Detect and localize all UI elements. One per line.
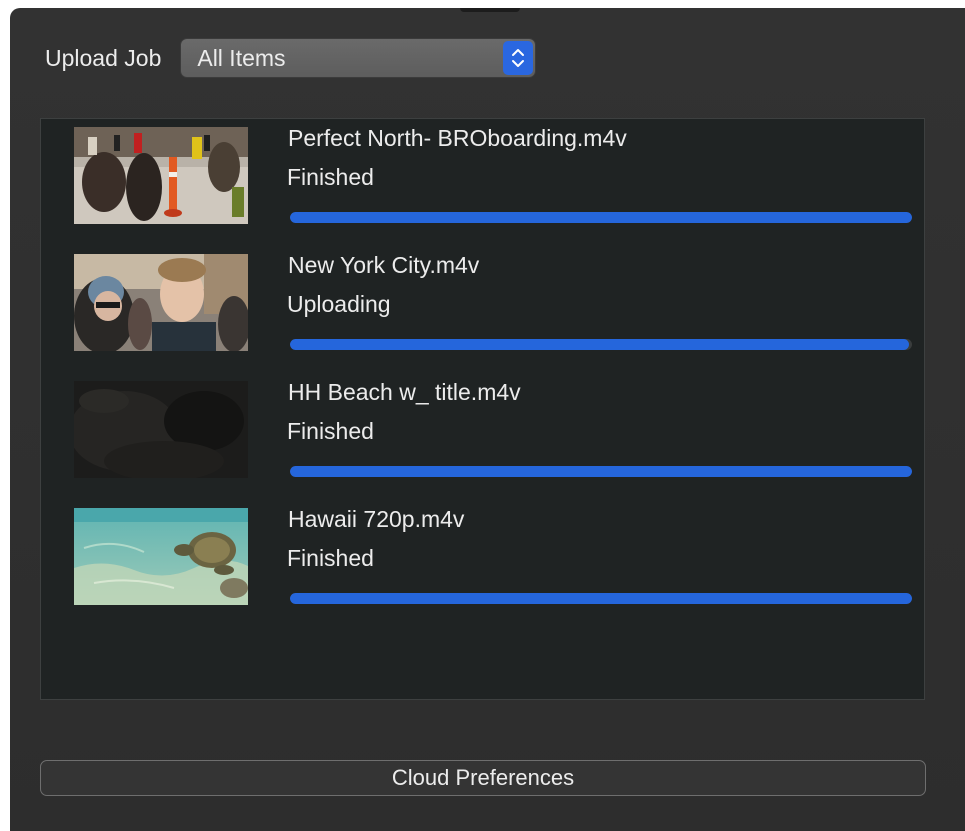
upload-progress-bar — [290, 593, 912, 604]
upload-list[interactable]: Perfect North- BROboarding.m4v Finished — [40, 118, 925, 700]
street-people-thumbnail — [74, 254, 248, 351]
filter-popup-value: All Items — [197, 44, 286, 71]
file-name: HH Beach w_ title.m4v — [288, 379, 521, 405]
file-name: New York City.m4v — [288, 252, 480, 278]
cloud-preferences-button[interactable]: Cloud Preferences — [40, 760, 926, 796]
upload-status: Finished — [287, 545, 374, 571]
dark-beach-thumbnail — [74, 381, 248, 478]
upload-status: Uploading — [287, 291, 391, 317]
upload-list-item[interactable]: New York City.m4v Uploading — [41, 246, 924, 373]
upload-progress-bar — [290, 466, 912, 477]
file-name: Perfect North- BROboarding.m4v — [288, 125, 627, 151]
ski-crowd-thumbnail — [74, 127, 248, 224]
upload-progress-fill — [290, 466, 912, 477]
upload-status: Finished — [287, 418, 374, 444]
window-notch — [460, 8, 520, 12]
upload-progress-fill — [290, 339, 909, 350]
upload-progress-fill — [290, 212, 912, 223]
chevron-up-down-icon[interactable] — [503, 41, 534, 75]
upload-list-item[interactable]: HH Beach w_ title.m4v Finished — [41, 373, 924, 500]
upload-list-item[interactable]: Perfect North- BROboarding.m4v Finished — [41, 119, 924, 246]
filter-popup-button[interactable]: All Items — [181, 39, 536, 77]
cloud-preferences-label: Cloud Preferences — [391, 765, 575, 790]
sea-turtle-thumbnail — [74, 508, 248, 605]
file-name: Hawaii 720p.m4v — [288, 506, 465, 532]
upload-job-label: Upload Job — [45, 44, 162, 71]
upload-list-item[interactable]: Hawaii 720p.m4v Finished — [41, 500, 924, 627]
upload-progress-bar — [290, 339, 912, 350]
upload-job-header: Upload Job All Items — [45, 38, 536, 78]
upload-status: Finished — [287, 164, 374, 190]
upload-progress-fill — [290, 593, 912, 604]
upload-progress-bar — [290, 212, 912, 223]
